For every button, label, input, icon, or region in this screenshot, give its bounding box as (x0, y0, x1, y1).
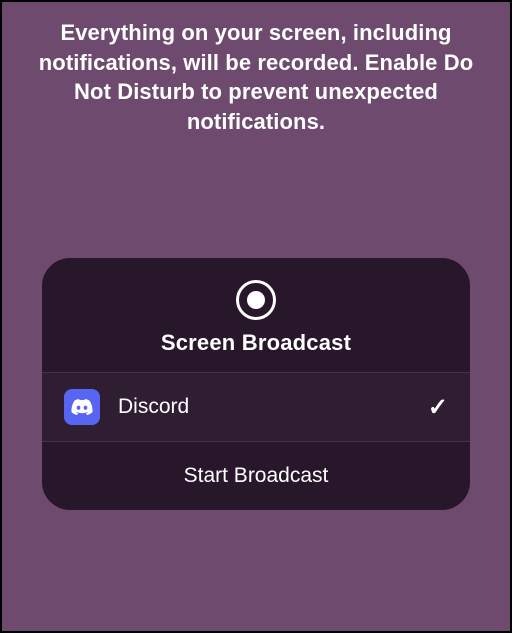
warning-message: Everything on your screen, including not… (2, 2, 510, 137)
card-title: Screen Broadcast (161, 330, 351, 356)
record-icon (236, 280, 276, 320)
record-dot-icon (247, 291, 265, 309)
discord-icon (64, 389, 100, 425)
app-name-label: Discord (118, 395, 428, 419)
card-header: Screen Broadcast (42, 258, 470, 372)
start-broadcast-button[interactable]: Start Broadcast (42, 442, 470, 510)
broadcast-card: Screen Broadcast Discord ✓ Start Broadca… (42, 258, 470, 510)
checkmark-icon: ✓ (428, 393, 448, 422)
discord-logo-icon (70, 395, 94, 419)
app-option-discord[interactable]: Discord ✓ (42, 373, 470, 441)
